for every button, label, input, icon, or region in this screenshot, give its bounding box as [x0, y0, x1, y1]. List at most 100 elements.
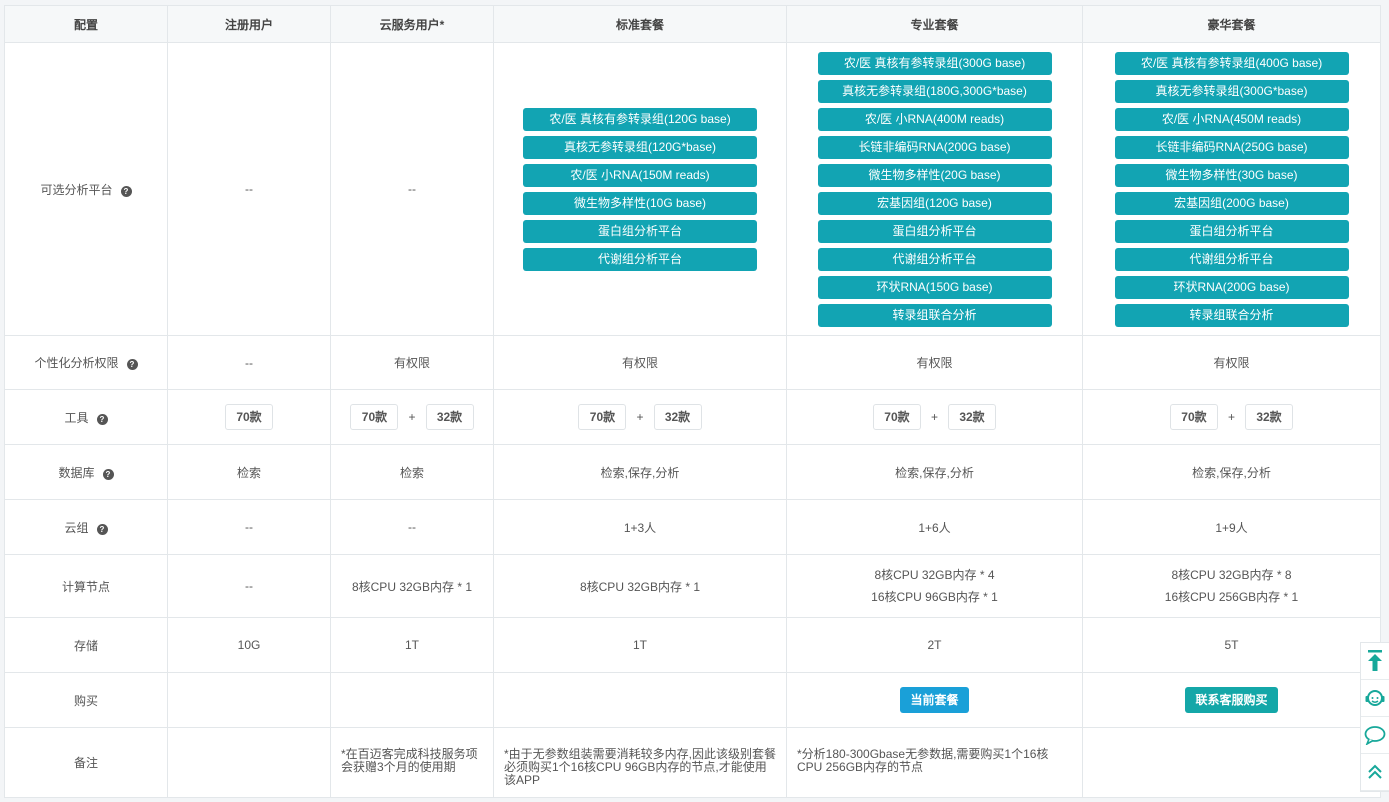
cell: 8核CPU 32GB内存 * 8 16核CPU 256GB内存 * 1	[1082, 554, 1381, 618]
note-pro: *分析180-300Gbase无参数据,需要购买1个16核CPU 256GB内存…	[786, 727, 1083, 798]
row-group: 云组? -- -- 1+3人 1+6人 1+9人	[4, 499, 1381, 555]
back-to-top-icon[interactable]	[1361, 643, 1389, 680]
platform-button[interactable]: 代谢组分析平台	[523, 247, 757, 271]
platform-button[interactable]: 长链非编码RNA(200G base)	[817, 135, 1052, 159]
cell: 5T	[1082, 617, 1381, 673]
chat-icon[interactable]	[1361, 717, 1389, 754]
platform-button[interactable]: 农/医 小RNA(150M reads)	[523, 163, 757, 187]
row-label: 备注	[4, 727, 168, 798]
platform-button[interactable]: 宏基因组(200G base)	[1114, 191, 1349, 215]
row-label: 计算节点	[4, 554, 168, 618]
platform-button[interactable]: 转录组联合分析	[1114, 303, 1349, 327]
platform-button[interactable]: 代谢组分析平台	[1114, 247, 1349, 271]
plus-sign: +	[636, 410, 644, 424]
cell: 8核CPU 32GB内存 * 1	[493, 554, 787, 618]
double-chevron-up-icon[interactable]	[1361, 754, 1389, 791]
platform-button[interactable]: 宏基因组(120G base)	[817, 191, 1052, 215]
col-header-registered: 注册用户	[167, 5, 331, 43]
tool-count-badge[interactable]: 32款	[948, 404, 996, 430]
platform-button[interactable]: 蛋白组分析平台	[523, 219, 757, 243]
platform-button[interactable]: 农/医 真核有参转录组(120G base)	[523, 107, 757, 131]
cell-standard-platforms: 农/医 真核有参转录组(120G base) 真核无参转录组(120G*base)…	[493, 42, 787, 336]
row-label: 云组?	[4, 499, 168, 555]
platform-button[interactable]: 转录组联合分析	[817, 303, 1052, 327]
platform-button[interactable]: 蛋白组分析平台	[817, 219, 1052, 243]
platform-button[interactable]: 真核无参转录组(300G*base)	[1114, 79, 1349, 103]
platform-button[interactable]: 农/医 真核有参转录组(300G base)	[817, 51, 1052, 75]
platform-button[interactable]: 微生物多样性(20G base)	[817, 163, 1052, 187]
cell	[167, 727, 331, 798]
floating-sidebar	[1360, 642, 1389, 792]
cell: 2T	[786, 617, 1083, 673]
cell-luxury-platforms: 农/医 真核有参转录组(400G base) 真核无参转录组(300G*base)…	[1082, 42, 1381, 336]
plus-sign: +	[930, 410, 938, 424]
cell: --	[167, 554, 331, 618]
platform-button[interactable]: 代谢组分析平台	[817, 247, 1052, 271]
cell: 8核CPU 32GB内存 * 1	[330, 554, 494, 618]
cell-tools: 70款 +32款	[330, 389, 494, 445]
tool-count-badge[interactable]: 32款	[653, 404, 702, 430]
tool-count-badge[interactable]: 32款	[1245, 404, 1293, 430]
tool-count-badge[interactable]: 70款	[1169, 404, 1218, 430]
platform-button[interactable]: 真核无参转录组(120G*base)	[523, 135, 757, 159]
cell-tools: 70款 +32款	[786, 389, 1083, 445]
tool-count-badge[interactable]: 70款	[350, 404, 399, 430]
row-notes: 备注 *在百迈客完成科技服务项会获赠3个月的使用期 *由于无参数组装需要消耗较多…	[4, 727, 1381, 798]
platform-button[interactable]: 微生物多样性(10G base)	[523, 191, 757, 215]
cell	[1082, 727, 1381, 798]
cell-tools: 70款 +32款	[1082, 389, 1381, 445]
cell: --	[167, 499, 331, 555]
platform-button[interactable]: 农/医 真核有参转录组(400G base)	[1114, 51, 1349, 75]
cell: 检索	[330, 444, 494, 500]
plus-sign: +	[408, 410, 416, 424]
tool-count-badge[interactable]: 70款	[872, 404, 921, 430]
cell	[167, 672, 331, 728]
col-header-pro: 专业套餐	[786, 5, 1083, 43]
row-custom: 个性化分析权限? -- 有权限 有权限 有权限 有权限	[4, 335, 1381, 390]
row-platform: 可选分析平台? -- -- 农/医 真核有参转录组(120G base) 真核无参…	[4, 42, 1381, 336]
help-icon[interactable]: ?	[120, 185, 132, 197]
help-icon[interactable]: ?	[126, 359, 138, 370]
cell-tools: 70款	[167, 389, 331, 445]
plan-comparison-table: 配置 注册用户 云服务用户* 标准套餐 专业套餐 豪华套餐 可选分析平台? --…	[4, 5, 1381, 798]
platform-button[interactable]: 长链非编码RNA(250G base)	[1114, 135, 1349, 159]
row-label: 工具?	[4, 389, 168, 445]
row-storage: 存储 10G 1T 1T 2T 5T	[4, 617, 1381, 673]
platform-button[interactable]: 蛋白组分析平台	[1114, 219, 1349, 243]
cell: 检索	[167, 444, 331, 500]
cell: 有权限	[1082, 335, 1381, 390]
cell: 联系客服购买	[1082, 672, 1381, 728]
help-icon[interactable]: ?	[96, 523, 108, 535]
platform-button[interactable]: 环状RNA(150G base)	[817, 275, 1052, 299]
cell: 1+6人	[786, 499, 1083, 555]
customer-service-icon[interactable]	[1361, 680, 1389, 717]
contact-support-buy-button[interactable]: 联系客服购买	[1185, 687, 1278, 713]
row-label: 数据库?	[4, 444, 168, 500]
help-icon[interactable]: ?	[102, 468, 114, 480]
tool-count-badge[interactable]: 70款	[225, 404, 273, 430]
cell	[330, 672, 494, 728]
help-icon[interactable]: ?	[96, 413, 108, 425]
tool-count-badge[interactable]: 70款	[578, 404, 627, 430]
cell: --	[330, 499, 494, 555]
cell: 1+3人	[493, 499, 787, 555]
tool-count-badge[interactable]: 32款	[425, 404, 474, 430]
row-label: 个性化分析权限?	[4, 335, 168, 390]
cell: 当前套餐	[786, 672, 1083, 728]
note-cloud: *在百迈客完成科技服务项会获赠3个月的使用期	[330, 727, 494, 798]
note-standard: *由于无参数组装需要消耗较多内存,因此该级别套餐必须购买1个16核CPU 96G…	[493, 727, 787, 798]
col-header-standard: 标准套餐	[493, 5, 787, 43]
cell: 有权限	[330, 335, 494, 390]
row-database: 数据库? 检索 检索 检索,保存,分析 检索,保存,分析 检索,保存,分析	[4, 444, 1381, 500]
row-label: 存储	[4, 617, 168, 673]
platform-button[interactable]: 农/医 小RNA(450M reads)	[1114, 107, 1349, 131]
cell-registered: --	[167, 42, 331, 336]
platform-button[interactable]: 微生物多样性(30G base)	[1114, 163, 1349, 187]
cell: 有权限	[786, 335, 1083, 390]
platform-button[interactable]: 真核无参转录组(180G,300G*base)	[817, 79, 1052, 103]
platform-button[interactable]: 农/医 小RNA(400M reads)	[817, 107, 1052, 131]
row-label: 购买	[4, 672, 168, 728]
current-plan-button[interactable]: 当前套餐	[900, 687, 969, 713]
row-tools: 工具? 70款 70款 +32款 70款 +32款 70款 +32款 70款 +32款	[4, 389, 1381, 445]
platform-button[interactable]: 环状RNA(200G base)	[1114, 275, 1349, 299]
